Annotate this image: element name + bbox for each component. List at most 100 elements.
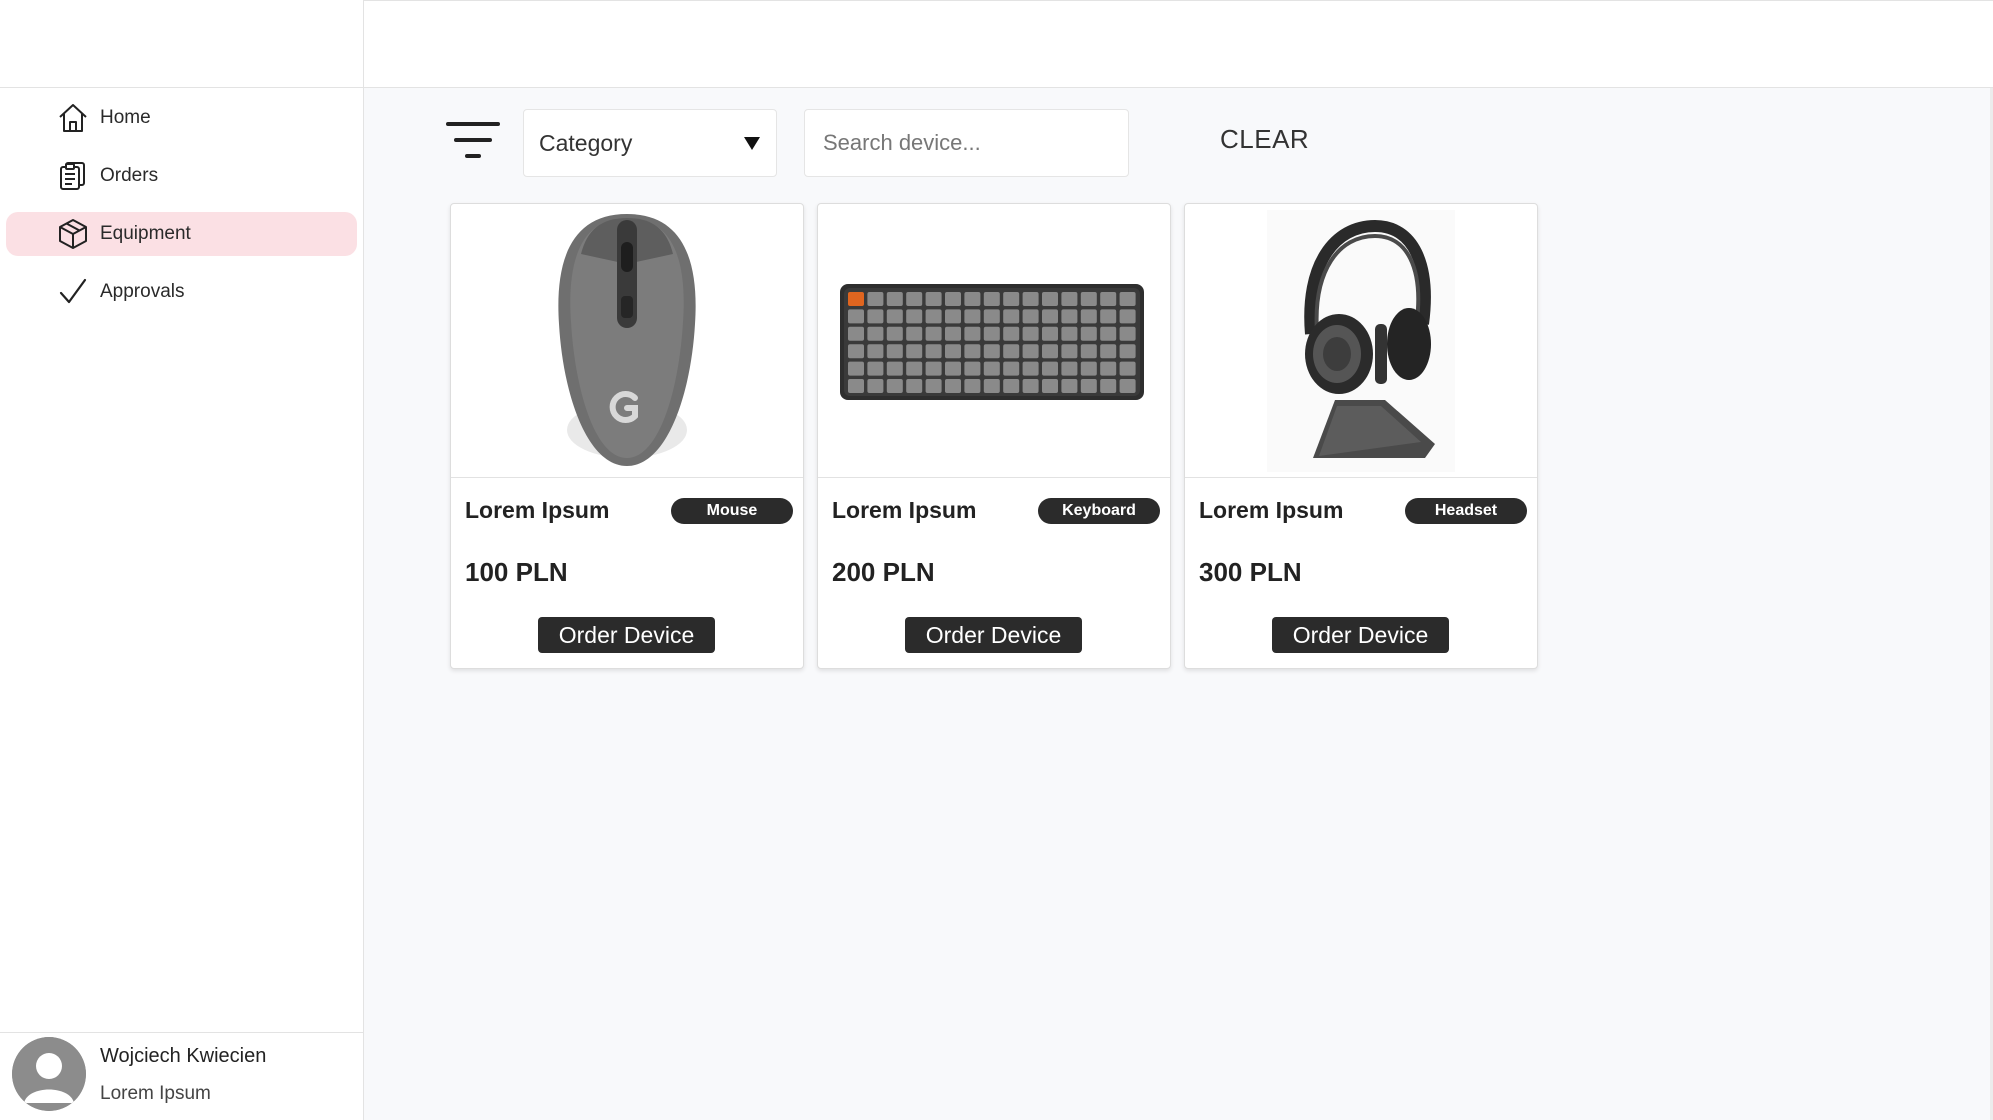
keyboard-key-shape [925,361,942,376]
product-card: Lorem Ipsum Mouse 100 PLN Order Device [450,203,804,669]
category-select[interactable]: Category [523,109,777,177]
keyboard-key-shape [1119,344,1136,359]
keyboard-key-shape [1061,344,1078,359]
keyboard-key-shape [886,361,903,376]
keyboard-key-shape [1061,292,1078,306]
keyboard-key-shape [867,309,884,324]
user-profile[interactable]: Wojciech Kwiecien Lorem Ipsum [0,1032,364,1120]
keyboard-key-shape [1119,379,1136,393]
keyboard-key-shape [906,292,923,306]
product-name: Lorem Ipsum [1199,497,1344,523]
keyboard-key-shape [1080,326,1097,341]
keyboard-key-shape [886,292,903,306]
order-device-button[interactable]: Order Device [1272,617,1449,653]
keyboard-key-shape [1061,309,1078,324]
filter-icon[interactable] [446,120,500,164]
keyboard-key-shape [983,326,1000,341]
keyboard-key-shape [886,309,903,324]
product-image [1185,204,1537,478]
product-name: Lorem Ipsum [465,497,610,523]
keyboard-key-shape [886,326,903,341]
keyboard-key-shape [983,379,1000,393]
product-card: Lorem Ipsum Headset 300 PLN Order Device [1184,203,1538,669]
keyboard-key-shape [1022,379,1039,393]
keyboard-key-shape [1119,292,1136,306]
keyboard-key-shape [1100,309,1117,324]
order-device-button[interactable]: Order Device [538,617,715,653]
category-badge: Keyboard [1038,498,1160,524]
keyboard-key-shape [983,292,1000,306]
clipboard-icon [60,162,85,190]
user-role: Lorem Ipsum [100,1083,211,1104]
product-name: Lorem Ipsum [832,497,977,523]
keyboard-key-shape [1080,361,1097,376]
product-image [818,204,1170,478]
keyboard-key-shape [945,361,961,376]
keyboard-key-shape [906,361,923,376]
keyboard-key-shape [1003,292,1020,306]
keyboard-image [840,284,1144,400]
keyboard-key-shape [867,344,884,359]
keyboard-key-shape [925,309,942,324]
keyboard-key-shape [906,309,923,324]
keyboard-key-shape [1042,379,1058,393]
keyboard-key-shape [945,326,961,341]
keyboard-key-shape [964,361,981,376]
keyboard-key-shape [983,344,1000,359]
sidebar-nav: Home Orders Equipment Approvals [0,88,363,314]
sidebar-item-home[interactable]: Home [6,96,357,140]
keyboard-key-shape [964,379,981,393]
keyboard-key-shape [1022,292,1039,306]
sidebar-header [0,0,363,88]
sidebar-item-equipment[interactable]: Equipment [6,212,357,256]
keyboard-key-shape [925,326,942,341]
keyboard-key-shape [1003,309,1020,324]
keyboard-key-shape [867,326,884,341]
keyboard-key-shape [906,326,923,341]
keyboard-key-shape [964,292,981,306]
keyboard-key-shape [1100,292,1117,306]
keyboard-key-shape [1042,344,1058,359]
keyboard-key-shape [1042,361,1058,376]
product-price: 100 PLN [465,557,568,587]
keyboard-key-shape [906,344,923,359]
order-device-button[interactable]: Order Device [905,617,1082,653]
keyboard-key-shape [1022,361,1039,376]
box-icon [59,219,87,249]
keyboard-key-shape [848,379,864,393]
keyboard-key-shape [1100,326,1117,341]
keyboard-key-shape [945,344,961,359]
category-badge: Headset [1405,498,1527,524]
sidebar-item-label: Home [100,107,151,128]
keyboard-key-shape [1003,326,1020,341]
keyboard-key-shape [1042,309,1058,324]
keyboard-key-shape [1119,326,1136,341]
keyboard-key-shape [1042,326,1058,341]
clear-button[interactable]: CLEAR [1220,124,1309,155]
product-price: 200 PLN [832,557,935,587]
keyboard-key-shape [867,379,884,393]
product-card: Lorem Ipsum Keyboard 200 PLN Order Devic… [817,203,1171,669]
keyboard-key-shape [886,379,903,393]
keyboard-key-shape [1061,361,1078,376]
sidebar-item-approvals[interactable]: Approvals [6,270,357,314]
keyboard-key-shape [1022,344,1039,359]
search-input[interactable] [804,109,1129,177]
user-avatar-icon [12,1037,86,1111]
keyboard-key-shape [1100,361,1117,376]
keyboard-key-shape [1080,292,1097,306]
keyboard-key-shape [867,292,884,306]
keyboard-key-shape [1022,309,1039,324]
keyboard-key-shape [1003,361,1020,376]
product-price: 300 PLN [1199,557,1302,587]
keyboard-key-shape [964,326,981,341]
keyboard-key-shape [848,309,864,324]
keyboard-key-shape [1080,309,1097,324]
sidebar-item-orders[interactable]: Orders [6,154,357,198]
sidebar-item-label: Equipment [100,223,191,244]
keyboard-key-shape [945,309,961,324]
caret-down-icon [744,137,760,150]
keyboard-key-shape [1042,292,1058,306]
keyboard-key-shape [945,292,961,306]
keyboard-key-shape [886,344,903,359]
